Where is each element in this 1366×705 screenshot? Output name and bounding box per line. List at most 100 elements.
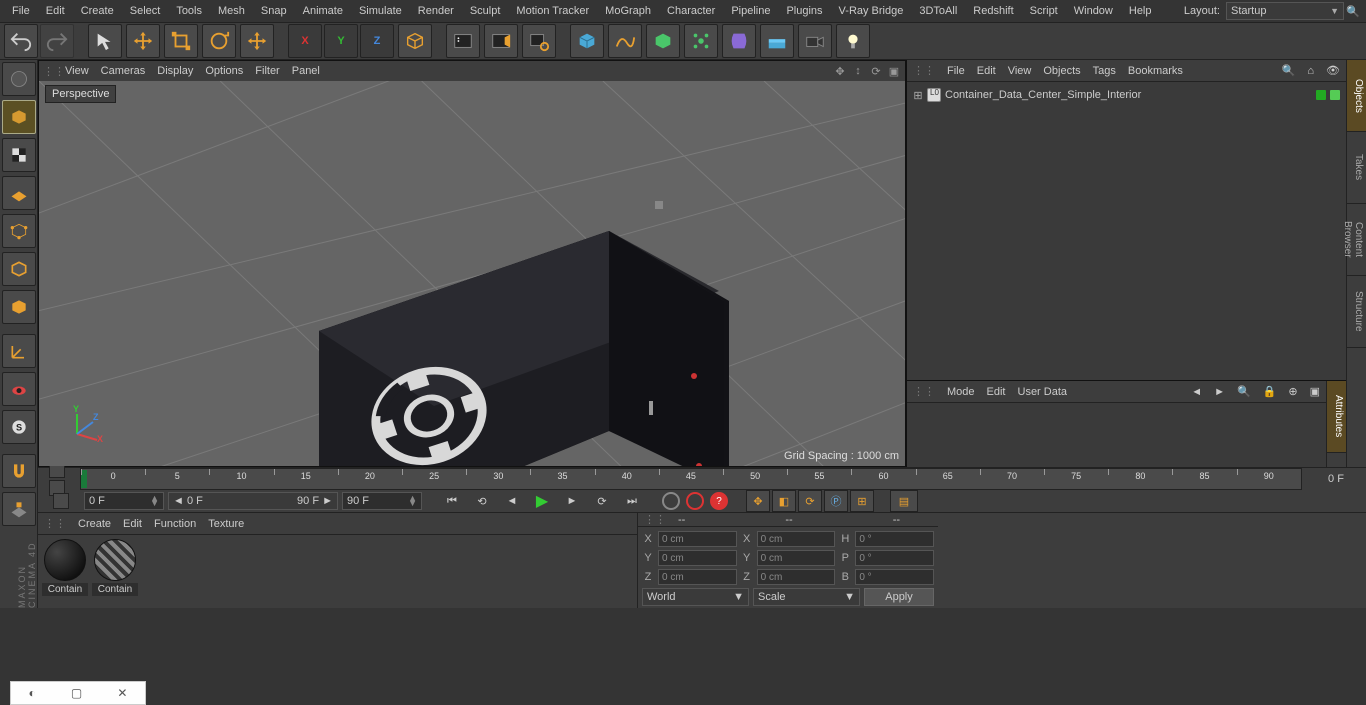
taskbar-close-icon[interactable]: ✕ bbox=[117, 686, 127, 700]
objmgr-eye-icon[interactable]: 👁 bbox=[1326, 64, 1340, 77]
step-fwd-button[interactable]: ► bbox=[560, 491, 584, 511]
attr-new-icon[interactable]: ⊕ bbox=[1288, 385, 1297, 398]
polygon-mode-button[interactable] bbox=[2, 290, 36, 324]
vtab-attributes[interactable]: Attributes bbox=[1327, 381, 1346, 453]
menu-create[interactable]: Create bbox=[73, 1, 122, 21]
menu-select[interactable]: Select bbox=[122, 1, 169, 21]
model-mode-button[interactable] bbox=[2, 100, 36, 134]
keyframe-sel-button[interactable]: ? bbox=[710, 492, 728, 510]
menu-redshift[interactable]: Redshift bbox=[965, 1, 1021, 21]
grip-icon[interactable]: ⋮⋮ bbox=[913, 385, 935, 398]
timeline-start-field[interactable]: 0 F▲▼ bbox=[84, 492, 164, 510]
rot-p-field[interactable]: 0 ° bbox=[855, 550, 934, 566]
size-z-field[interactable]: 0 cm bbox=[757, 569, 836, 585]
z-axis-lock[interactable]: Z bbox=[360, 24, 394, 58]
play-button[interactable]: ▶ bbox=[530, 491, 554, 511]
attr-nav-fwd-icon[interactable]: ► bbox=[1214, 386, 1225, 398]
live-select-tool[interactable] bbox=[88, 24, 122, 58]
timeline-opts-icon[interactable] bbox=[53, 493, 69, 509]
search-icon[interactable]: 🔍 bbox=[1344, 2, 1362, 20]
y-axis-lock[interactable]: Y bbox=[324, 24, 358, 58]
redo-button[interactable] bbox=[40, 24, 74, 58]
vp-menu-view[interactable]: View bbox=[65, 65, 89, 77]
material-label[interactable]: Contain bbox=[42, 583, 88, 596]
timeline-end-field[interactable]: 90 F▲▼ bbox=[342, 492, 422, 510]
material-item[interactable]: Contain bbox=[92, 539, 138, 604]
material-item[interactable]: Contain bbox=[42, 539, 88, 604]
menu-vray[interactable]: V-Ray Bridge bbox=[831, 1, 912, 21]
menu-pipeline[interactable]: Pipeline bbox=[723, 1, 778, 21]
goto-end-button[interactable]: ⏭ bbox=[620, 491, 644, 511]
vp-nav-move-icon[interactable]: ✥ bbox=[833, 64, 847, 78]
tl-pla-icon[interactable]: ⊞ bbox=[850, 490, 874, 512]
menu-script[interactable]: Script bbox=[1022, 1, 1066, 21]
matmgr-menu-edit[interactable]: Edit bbox=[123, 518, 142, 530]
objmgr-menu-bookmarks[interactable]: Bookmarks bbox=[1128, 65, 1183, 77]
menu-mesh[interactable]: Mesh bbox=[210, 1, 253, 21]
grip-icon[interactable]: ⋮⋮ bbox=[44, 517, 66, 530]
tl-dopesheet-icon[interactable]: ▤ bbox=[890, 490, 918, 512]
menu-help[interactable]: Help bbox=[1121, 1, 1160, 21]
grip-icon[interactable]: ⋮⋮ bbox=[43, 65, 53, 78]
menu-mograph[interactable]: MoGraph bbox=[597, 1, 659, 21]
attr-search-icon[interactable]: 🔍 bbox=[1237, 385, 1251, 398]
menu-render[interactable]: Render bbox=[410, 1, 462, 21]
timeline-current-field[interactable]: ◄ 0 F90 F ► bbox=[168, 492, 338, 510]
objmgr-menu-view[interactable]: View bbox=[1008, 65, 1032, 77]
apply-button[interactable]: Apply bbox=[864, 588, 934, 606]
matmgr-menu-texture[interactable]: Texture bbox=[208, 518, 244, 530]
pos-z-field[interactable]: 0 cm bbox=[658, 569, 737, 585]
size-x-field[interactable]: 0 cm bbox=[757, 531, 836, 547]
size-y-field[interactable]: 0 cm bbox=[757, 550, 836, 566]
tl-rotation-icon[interactable]: ⟳ bbox=[798, 490, 822, 512]
attr-nav-back-icon[interactable]: ◄ bbox=[1191, 386, 1202, 398]
coord-system-button[interactable] bbox=[398, 24, 432, 58]
vtab-takes[interactable]: Takes bbox=[1347, 132, 1366, 204]
render-settings-button[interactable] bbox=[522, 24, 556, 58]
menu-tools[interactable]: Tools bbox=[168, 1, 210, 21]
add-environment-button[interactable] bbox=[760, 24, 794, 58]
vp-menu-options[interactable]: Options bbox=[205, 65, 243, 77]
viewport-solo-button[interactable] bbox=[2, 372, 36, 406]
pos-x-field[interactable]: 0 cm bbox=[658, 531, 737, 547]
vp-nav-rotate-icon[interactable]: ⟳ bbox=[869, 64, 883, 78]
magnet-button[interactable] bbox=[2, 454, 36, 488]
step-back-button[interactable]: ◄ bbox=[500, 491, 524, 511]
menu-sculpt[interactable]: Sculpt bbox=[462, 1, 509, 21]
pos-y-field[interactable]: 0 cm bbox=[658, 550, 737, 566]
menu-plugins[interactable]: Plugins bbox=[778, 1, 830, 21]
rot-h-field[interactable]: 0 ° bbox=[855, 531, 934, 547]
attr-menu-mode[interactable]: Mode bbox=[947, 386, 975, 398]
add-cube-button[interactable] bbox=[570, 24, 604, 58]
menu-animate[interactable]: Animate bbox=[295, 1, 351, 21]
tl-param-icon[interactable]: Ⓟ bbox=[824, 490, 848, 512]
material-label[interactable]: Contain bbox=[92, 583, 138, 596]
menu-character[interactable]: Character bbox=[659, 1, 723, 21]
objmgr-home-icon[interactable]: ⌂ bbox=[1307, 65, 1314, 77]
locked-workplane-button[interactable] bbox=[2, 492, 36, 526]
menu-motiontracker[interactable]: Motion Tracker bbox=[508, 1, 597, 21]
add-light-button[interactable] bbox=[836, 24, 870, 58]
vtab-objects[interactable]: Objects bbox=[1347, 60, 1366, 132]
add-generator-button[interactable] bbox=[646, 24, 680, 58]
menu-window[interactable]: Window bbox=[1066, 1, 1121, 21]
taskbar-app-icon[interactable]: ◐ bbox=[29, 686, 36, 700]
snap-button[interactable]: S bbox=[2, 410, 36, 444]
goto-prevkey-button[interactable]: ⟲ bbox=[470, 491, 494, 511]
expand-icon[interactable]: ⊞ bbox=[913, 89, 923, 102]
coord-space-dropdown[interactable]: World▼ bbox=[642, 588, 749, 606]
x-axis-lock[interactable]: X bbox=[288, 24, 322, 58]
vp-menu-display[interactable]: Display bbox=[157, 65, 193, 77]
objmgr-search-icon[interactable]: 🔍 bbox=[1282, 64, 1296, 77]
menu-3dtoall[interactable]: 3DToAll bbox=[911, 1, 965, 21]
workplane-mode-button[interactable] bbox=[2, 176, 36, 210]
record-key-button[interactable] bbox=[662, 492, 680, 510]
vp-nav-zoom-icon[interactable]: ↕ bbox=[851, 64, 865, 78]
autokey-button[interactable] bbox=[686, 492, 704, 510]
add-spline-button[interactable] bbox=[608, 24, 642, 58]
recent-tool[interactable] bbox=[240, 24, 274, 58]
layout-dropdown[interactable]: Startup▼ bbox=[1226, 2, 1344, 20]
vp-menu-filter[interactable]: Filter bbox=[255, 65, 279, 77]
attr-menu-edit[interactable]: Edit bbox=[987, 386, 1006, 398]
object-row[interactable]: ⊞ L0 Container_Data_Center_Simple_Interi… bbox=[911, 86, 1342, 104]
